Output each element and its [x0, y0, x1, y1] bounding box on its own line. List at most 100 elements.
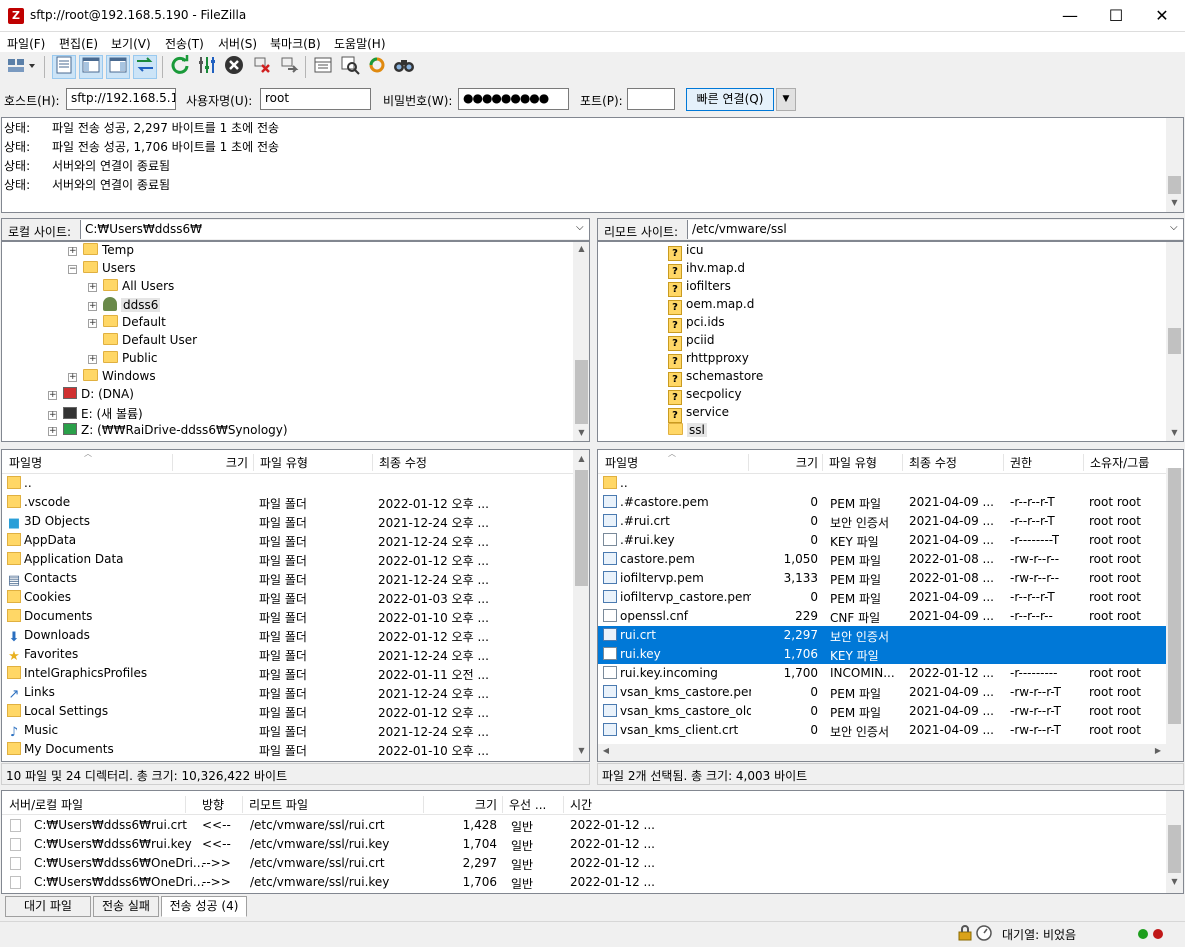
tab-successful-transfers[interactable]: 전송 성공 (4): [161, 896, 247, 917]
password-input[interactable]: ●●●●●●●●●: [458, 88, 569, 110]
local-tree-item[interactable]: + Z: (₩₩RaiDrive-ddss6₩Synology): [48, 423, 288, 441]
remote-col-modified[interactable]: 최종 수정: [902, 454, 957, 471]
queue-scrollbar[interactable]: ▼: [1166, 791, 1183, 893]
remote-tree-item[interactable]: ? secpolicy: [668, 387, 742, 405]
remote-col-type[interactable]: 파일 유형: [822, 454, 877, 471]
scroll-left-icon[interactable]: ◀: [600, 746, 612, 755]
local-file-row[interactable]: Application Data 파일 폴더 2022-01-12 오후 ...: [2, 550, 573, 569]
log-scrollbar[interactable]: ▼: [1166, 118, 1183, 212]
local-file-row[interactable]: .vscode 파일 폴더 2022-01-12 오후 ...: [2, 493, 573, 512]
toggle-local-tree-icon[interactable]: [79, 55, 103, 79]
queue-col-local[interactable]: 서버/로컬 파일: [9, 796, 83, 813]
cancel-operation-icon[interactable]: [222, 55, 246, 79]
expand-icon[interactable]: +: [68, 247, 77, 256]
expand-icon[interactable]: +: [88, 283, 97, 292]
queue-col-time[interactable]: 시간: [563, 796, 592, 813]
remote-col-size[interactable]: 크기: [748, 454, 818, 471]
remote-tree-item[interactable]: ? schemastore: [668, 369, 763, 387]
remote-tree-scrollbar[interactable]: ▼: [1166, 242, 1183, 441]
queue-row[interactable]: C:₩Users₩ddss6₩OneDri... -->> /etc/vmware/…: [2, 873, 1166, 892]
close-button[interactable]: ✕: [1139, 0, 1185, 32]
local-file-row[interactable]: ■ 3D Objects 파일 폴더 2021-12-24 오후 ...: [2, 512, 573, 531]
menu-bookmarks[interactable]: 북마크(B): [270, 35, 321, 52]
port-input[interactable]: [627, 88, 675, 110]
scroll-down-icon[interactable]: ▼: [573, 746, 589, 755]
menu-server[interactable]: 서버(S): [218, 35, 257, 52]
log-scrollbar-thumb[interactable]: [1168, 176, 1181, 194]
refresh-icon[interactable]: [168, 55, 192, 79]
scroll-down-icon[interactable]: ▼: [573, 428, 589, 437]
local-tree-item[interactable]: + Temp: [68, 243, 134, 261]
remote-file-row[interactable]: rui.key.incoming 1,700 INCOMIN... 2022-01-1…: [598, 664, 1166, 683]
local-tree-item[interactable]: − Users: [68, 261, 136, 279]
local-file-row[interactable]: My Documents 파일 폴더 2022-01-10 오후 ...: [2, 740, 573, 759]
queue-row[interactable]: C:₩Users₩ddss6₩rui.key <<-- /etc/vmware/ss…: [2, 835, 1166, 854]
remote-file-row[interactable]: .#castore.pem 0 PEM 파일 2021-04-09 ... -r--r-…: [598, 493, 1166, 512]
username-input[interactable]: root: [260, 88, 371, 110]
menu-edit[interactable]: 편집(E): [59, 35, 98, 52]
remote-tree-item[interactable]: ? icu: [668, 243, 704, 261]
expand-icon[interactable]: +: [88, 355, 97, 364]
remote-tree-item[interactable]: ? pciid: [668, 333, 715, 351]
remote-file-scrollbar-thumb[interactable]: [1168, 468, 1181, 724]
remote-tree-scrollbar-thumb[interactable]: [1168, 328, 1181, 354]
local-tree-item[interactable]: + Default: [88, 315, 166, 333]
expand-icon[interactable]: +: [48, 411, 57, 420]
toggle-queue-icon[interactable]: [133, 55, 157, 79]
expand-icon[interactable]: +: [88, 302, 97, 311]
remote-col-owner[interactable]: 소유자/그룹: [1083, 454, 1149, 471]
local-col-type[interactable]: 파일 유형: [253, 454, 308, 471]
local-tree-item[interactable]: + D: (DNA): [48, 387, 134, 405]
local-file-row[interactable]: ↗ Links 파일 폴더 2021-12-24 오후 ...: [2, 683, 573, 702]
queue-row[interactable]: C:₩Users₩ddss6₩rui.crt <<-- /etc/vmware/ss…: [2, 816, 1166, 835]
expand-icon[interactable]: +: [68, 373, 77, 382]
menu-help[interactable]: 도움말(H): [334, 35, 386, 52]
sync-browsing-icon[interactable]: [365, 55, 389, 79]
remote-file-row[interactable]: .#rui.crt 0 보안 인증서 2021-04-09 ... -r--r--r-T…: [598, 512, 1166, 531]
remote-path-input[interactable]: /etc/vmware/ssl: [687, 220, 1183, 239]
local-col-name[interactable]: 파일명: [9, 454, 42, 471]
queue-scrollbar-thumb[interactable]: [1168, 825, 1181, 873]
quickconnect-dropdown-button[interactable]: ▼: [776, 88, 796, 111]
maximize-button[interactable]: ☐: [1093, 0, 1139, 32]
remote-tree-item[interactable]: ? ihv.map.d: [668, 261, 745, 279]
expand-icon[interactable]: [88, 334, 97, 343]
collapse-icon[interactable]: −: [68, 265, 77, 274]
scroll-up-icon[interactable]: ▲: [573, 454, 589, 463]
remote-tree-item[interactable]: ? pci.ids: [668, 315, 725, 333]
speed-limit-icon[interactable]: [976, 925, 992, 944]
remote-file-row[interactable]: castore.pem 1,050 PEM 파일 2022-01-08 ... -rw-…: [598, 550, 1166, 569]
toggle-remote-tree-icon[interactable]: [106, 55, 130, 79]
remote-tree-item[interactable]: ? oem.map.d: [668, 297, 754, 315]
remote-file-row[interactable]: vsan_kms_castore.pem 0 PEM 파일 2021-04-09 ..…: [598, 683, 1166, 702]
host-input[interactable]: sftp://192.168.5.190: [66, 88, 176, 110]
queue-col-priority[interactable]: 우선 ...: [502, 796, 546, 813]
remote-file-row[interactable]: iofiltervp.pem 3,133 PEM 파일 2022-01-08 ... -…: [598, 569, 1166, 588]
local-tree-item[interactable]: Default User: [88, 333, 197, 351]
minimize-button[interactable]: —: [1047, 0, 1093, 32]
remote-file-scrollbar[interactable]: [1166, 468, 1183, 744]
menu-view[interactable]: 보기(V): [111, 35, 151, 52]
expand-icon[interactable]: +: [88, 319, 97, 328]
queue-row[interactable]: C:₩Users₩ddss6₩OneDri... -->> /etc/vmware/…: [2, 854, 1166, 873]
remote-col-permissions[interactable]: 권한: [1003, 454, 1032, 471]
tab-queued-files[interactable]: 대기 파일: [5, 896, 91, 917]
local-tree-item[interactable]: + Public: [88, 351, 158, 369]
scroll-down-icon[interactable]: ▼: [1166, 877, 1183, 886]
search-icon[interactable]: [392, 55, 416, 79]
local-file-row[interactable]: ▤ Contacts 파일 폴더 2021-12-24 오후 ...: [2, 569, 573, 588]
local-path-input[interactable]: C:₩Users₩ddss6₩: [80, 220, 589, 239]
remote-tree-item[interactable]: ? rhttpproxy: [668, 351, 749, 369]
local-file-row[interactable]: IntelGraphicsProfiles 파일 폴더 2022-01-11 오전 …: [2, 664, 573, 683]
chevron-down-icon[interactable]: ⌵: [576, 222, 584, 233]
remote-file-row[interactable]: openssl.cnf 229 CNF 파일 2021-04-09 ... -r--r-…: [598, 607, 1166, 626]
remote-file-row[interactable]: rui.crt 2,297 보안 인증서: [598, 626, 1166, 645]
menu-transfer[interactable]: 전송(T): [165, 35, 204, 52]
chevron-down-icon[interactable]: ⌵: [1170, 222, 1178, 233]
remote-file-row[interactable]: vsan_kms_client.crt 0 보안 인증서 2021-04-09 ...…: [598, 721, 1166, 740]
local-file-row[interactable]: ♪ Music 파일 폴더 2021-12-24 오후 ...: [2, 721, 573, 740]
local-tree-item[interactable]: + Windows: [68, 369, 156, 387]
remote-col-name[interactable]: 파일명: [605, 454, 638, 471]
process-queue-icon[interactable]: [195, 55, 219, 79]
toggle-log-icon[interactable]: [52, 55, 76, 79]
